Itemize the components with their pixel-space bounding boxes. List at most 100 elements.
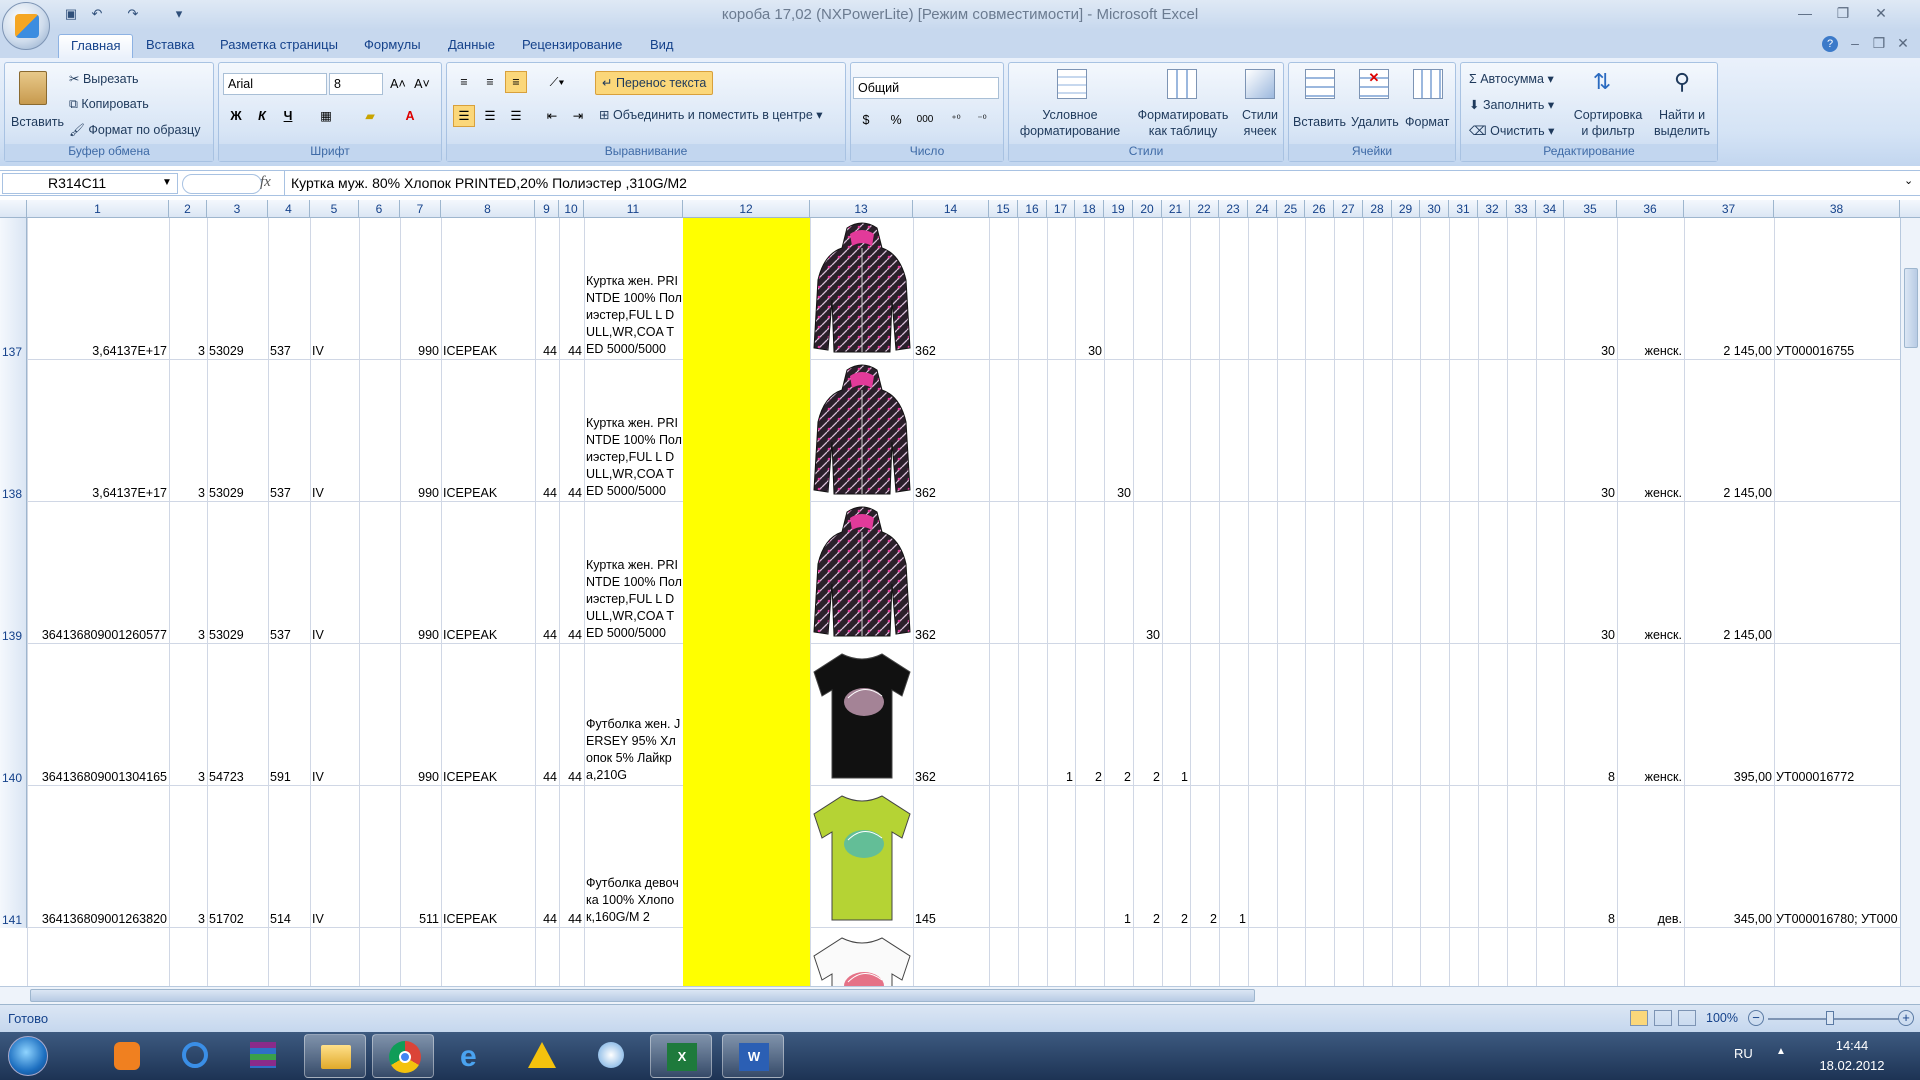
size-qty-cell[interactable]: 1 bbox=[1106, 912, 1131, 926]
cell-col-10[interactable]: 44 bbox=[561, 344, 582, 358]
column-header-26[interactable]: 26 bbox=[1305, 200, 1334, 218]
color-code-cell[interactable]: 362 bbox=[915, 628, 987, 642]
normal-view-icon[interactable] bbox=[1630, 1010, 1648, 1026]
bold-button[interactable]: Ж bbox=[225, 105, 247, 127]
gender-cell[interactable]: женск. bbox=[1619, 486, 1682, 500]
align-right-icon[interactable]: ☰ bbox=[505, 105, 527, 127]
cell-col-2[interactable]: 3 bbox=[171, 912, 205, 926]
season-cell[interactable]: IV bbox=[312, 912, 357, 926]
start-button-icon[interactable] bbox=[8, 1036, 48, 1076]
binoculars-icon[interactable]: ⚲ bbox=[1667, 69, 1697, 99]
article-cell[interactable]: 53029 bbox=[209, 344, 266, 358]
media-center-icon[interactable] bbox=[580, 1034, 642, 1078]
color-code-cell[interactable]: 362 bbox=[915, 344, 987, 358]
cell-col-9[interactable]: 44 bbox=[537, 628, 557, 642]
workbook-minimize-icon[interactable]: – bbox=[1842, 32, 1868, 54]
cell-col-10[interactable]: 44 bbox=[561, 486, 582, 500]
fill-color-icon[interactable]: ▰ bbox=[359, 105, 381, 127]
redo-icon[interactable]: ↷ bbox=[124, 6, 142, 24]
column-header-30[interactable]: 30 bbox=[1420, 200, 1449, 218]
brand-cell[interactable]: ICEPEAK bbox=[443, 344, 533, 358]
column-header-38[interactable]: 38 bbox=[1774, 200, 1900, 218]
code-cell[interactable]: УТ000016780; УТ000 bbox=[1776, 912, 1898, 926]
gender-cell[interactable]: женск. bbox=[1619, 628, 1682, 642]
price-cell[interactable]: 395,00 bbox=[1686, 770, 1772, 784]
row-header[interactable]: 141 bbox=[0, 786, 27, 928]
autosum-button[interactable]: Σ Автосумма ▾ bbox=[1469, 71, 1554, 86]
quick-access-menu-icon[interactable]: ▾ bbox=[170, 6, 188, 24]
percent-button[interactable]: % bbox=[885, 109, 907, 131]
font-name-select[interactable]: Arial bbox=[223, 73, 327, 95]
column-header-6[interactable]: 6 bbox=[359, 200, 400, 218]
name-box-dropdown-icon[interactable]: ▼ bbox=[162, 177, 172, 188]
barcode-cell[interactable]: 364136809001263820 bbox=[29, 912, 167, 926]
increase-indent-icon[interactable]: ⇥ bbox=[567, 105, 589, 127]
column-header-22[interactable]: 22 bbox=[1190, 200, 1219, 218]
row-header[interactable]: 140 bbox=[0, 644, 27, 786]
cell-col-4[interactable]: 537 bbox=[270, 344, 308, 358]
column-header-19[interactable]: 19 bbox=[1104, 200, 1133, 218]
undo-icon[interactable]: ↶ bbox=[88, 6, 106, 24]
explorer-icon[interactable] bbox=[304, 1034, 366, 1078]
barcode-cell[interactable]: 3,64137E+17 bbox=[29, 486, 167, 500]
color-code-cell[interactable]: 145 bbox=[915, 912, 987, 926]
total-qty-cell[interactable]: 30 bbox=[1566, 344, 1615, 358]
size-qty-cell[interactable]: 2 bbox=[1106, 770, 1131, 784]
cell-col-2[interactable]: 3 bbox=[171, 628, 205, 642]
cell-col-2[interactable]: 3 bbox=[171, 344, 205, 358]
column-header-7[interactable]: 7 bbox=[400, 200, 441, 218]
tab-data[interactable]: Данные bbox=[436, 34, 507, 58]
total-qty-cell[interactable]: 8 bbox=[1566, 770, 1615, 784]
table-format-icon[interactable] bbox=[1167, 69, 1197, 99]
column-header-34[interactable]: 34 bbox=[1536, 200, 1564, 218]
sort-filter-button[interactable]: Сортировка и фильтр bbox=[1569, 107, 1647, 139]
shrink-font-icon[interactable]: A˅ bbox=[411, 73, 433, 95]
column-header-17[interactable]: 17 bbox=[1047, 200, 1075, 218]
number-format-select[interactable]: Общий bbox=[853, 77, 999, 99]
tab-formulas[interactable]: Формулы bbox=[352, 34, 433, 58]
size-qty-cell[interactable]: 30 bbox=[1106, 486, 1131, 500]
align-left-icon[interactable]: ☰ bbox=[453, 105, 475, 127]
clock-date[interactable]: 18.02.2012 bbox=[1808, 1058, 1896, 1073]
paste-button[interactable]: Вставить bbox=[11, 115, 64, 129]
column-header-10[interactable]: 10 bbox=[559, 200, 584, 218]
row-header[interactable]: 139 bbox=[0, 502, 27, 644]
season-cell[interactable]: IV bbox=[312, 770, 357, 784]
insert-cells-icon[interactable] bbox=[1305, 69, 1335, 99]
formula-input[interactable]: Куртка муж. 80% Хлопок PRINTED,20% Полиэ… bbox=[284, 171, 1904, 195]
column-header-8[interactable]: 8 bbox=[441, 200, 535, 218]
description-cell[interactable]: Куртка жен. PRINTDE 100% Полиэстер,FUL L… bbox=[586, 415, 682, 500]
cell-col-10[interactable]: 44 bbox=[561, 912, 582, 926]
decrease-decimal-icon[interactable]: ⁻⁰ bbox=[971, 109, 993, 131]
currency-button[interactable]: $ bbox=[855, 109, 877, 131]
column-header-21[interactable]: 21 bbox=[1162, 200, 1190, 218]
column-header-35[interactable]: 35 bbox=[1564, 200, 1617, 218]
horizontal-scrollbar[interactable] bbox=[0, 986, 1920, 1004]
column-header-18[interactable]: 18 bbox=[1075, 200, 1104, 218]
borders-icon[interactable]: ▦ bbox=[315, 105, 337, 127]
row-header[interactable]: 137 bbox=[0, 218, 27, 360]
increase-decimal-icon[interactable]: ⁺⁰ bbox=[945, 109, 967, 131]
paste-icon[interactable] bbox=[19, 71, 47, 105]
workbook-close-icon[interactable]: ✕ bbox=[1890, 32, 1916, 54]
season-cell[interactable]: IV bbox=[312, 628, 357, 642]
orientation-icon[interactable]: ⟋▾ bbox=[541, 71, 573, 93]
show-hidden-icons-icon[interactable]: ▲ bbox=[1776, 1046, 1786, 1057]
cell-styles-icon[interactable] bbox=[1245, 69, 1275, 99]
size-qty-cell[interactable]: 30 bbox=[1135, 628, 1160, 642]
total-qty-cell[interactable]: 30 bbox=[1566, 628, 1615, 642]
description-cell[interactable]: Футболка девочка 100% Хлопок,160G/M 2 bbox=[586, 875, 682, 926]
cell-col-9[interactable]: 44 bbox=[537, 912, 557, 926]
fx-icon[interactable]: fx bbox=[260, 174, 271, 191]
clear-button[interactable]: ⌫ Очистить ▾ bbox=[1469, 123, 1554, 138]
word-taskbar-icon[interactable]: W bbox=[722, 1034, 784, 1078]
select-all-corner[interactable] bbox=[0, 200, 27, 218]
brand-cell[interactable]: ICEPEAK bbox=[443, 628, 533, 642]
align-middle-icon[interactable]: ≡ bbox=[479, 71, 501, 93]
cell-col-2[interactable]: 3 bbox=[171, 486, 205, 500]
tab-page-layout[interactable]: Разметка страницы bbox=[208, 34, 350, 58]
column-header-5[interactable]: 5 bbox=[310, 200, 359, 218]
column-header-25[interactable]: 25 bbox=[1277, 200, 1305, 218]
season-cell[interactable]: IV bbox=[312, 486, 357, 500]
size-qty-cell[interactable]: 30 bbox=[1077, 344, 1102, 358]
